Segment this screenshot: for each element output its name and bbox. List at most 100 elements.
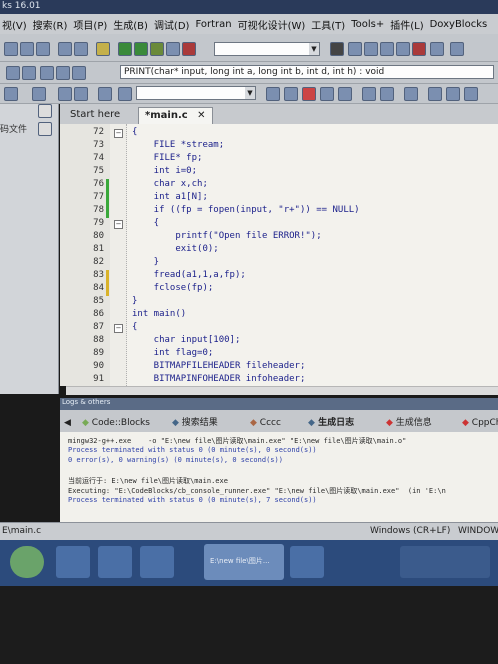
menu-item[interactable]: Tools+ xyxy=(351,19,384,30)
codeblocks-taskbar-item[interactable]: E:\new file\图片... xyxy=(204,544,284,580)
media-taskbar-icon[interactable] xyxy=(140,546,174,578)
pointer-icon[interactable] xyxy=(380,87,394,101)
title-bar: ks 16.01 xyxy=(0,0,498,14)
logs-tab-cccc[interactable]: ◆ Cccc xyxy=(250,415,281,431)
logs-tab-build-log[interactable]: ◆ 生成日志 xyxy=(308,415,354,431)
menu-item[interactable]: 项目(P) xyxy=(73,17,107,32)
bookmark-icon[interactable] xyxy=(56,66,70,80)
menu-item[interactable]: 视(V) xyxy=(2,17,27,32)
settings-icon[interactable] xyxy=(96,42,110,56)
build-target-combo[interactable]: ▼ xyxy=(214,42,320,56)
code-line[interactable]: { xyxy=(132,127,137,137)
prev-icon[interactable] xyxy=(58,87,72,101)
code-line[interactable]: fclose(fp); xyxy=(132,283,214,293)
browser-taskbar-icon[interactable] xyxy=(98,546,132,578)
code-line[interactable]: fread(a1,1,a,fp); xyxy=(132,270,246,280)
tab-start-here[interactable]: Start here xyxy=(64,107,126,123)
info-icon[interactable] xyxy=(450,42,464,56)
format-icon[interactable] xyxy=(320,87,334,101)
tab-main-c[interactable]: *main.c ✕ xyxy=(138,107,213,124)
code-line[interactable]: { xyxy=(132,322,137,332)
code-line[interactable]: char x,ch; xyxy=(132,179,208,189)
logs-tab-cppcheck[interactable]: ◆ CppCh xyxy=(462,415,498,431)
menu-item[interactable]: 生成(B) xyxy=(113,17,148,32)
stop-debug-icon[interactable] xyxy=(412,42,426,56)
next-instruction-icon[interactable] xyxy=(396,42,410,56)
next-icon[interactable] xyxy=(74,87,88,101)
build-icon[interactable] xyxy=(118,42,132,56)
back-arrow-icon[interactable] xyxy=(266,87,280,101)
abort-icon[interactable] xyxy=(182,42,196,56)
debug-run-icon[interactable] xyxy=(330,42,344,56)
tool-icon[interactable] xyxy=(4,87,18,101)
menu-item[interactable]: Fortran xyxy=(195,19,231,30)
code-line[interactable]: printf("Open file ERROR!"); xyxy=(132,231,321,241)
scope-icon[interactable] xyxy=(40,66,54,80)
font-icon[interactable] xyxy=(338,87,352,101)
logs-tab-codeblocks[interactable]: ◆ Code::Blocks xyxy=(82,415,150,431)
code-line[interactable]: } xyxy=(132,296,137,306)
wrench-icon[interactable] xyxy=(32,87,46,101)
debug-windows-icon[interactable] xyxy=(430,42,444,56)
table-icon[interactable] xyxy=(446,87,460,101)
code-line[interactable]: BITMAPFILEHEADER fileheader; xyxy=(132,361,306,371)
step-out-icon[interactable] xyxy=(380,42,394,56)
fold-toggle-icon[interactable]: − xyxy=(114,324,123,333)
logs-tab-build-messages[interactable]: ◆ 生成信息 xyxy=(386,415,432,431)
rectangle-icon[interactable] xyxy=(404,87,418,101)
highlight-icon[interactable] xyxy=(302,87,316,101)
scroll-left-icon[interactable]: ◀ xyxy=(64,415,71,431)
arrow-icon[interactable] xyxy=(98,87,112,101)
fold-toggle-icon[interactable]: − xyxy=(114,129,123,138)
step-icon[interactable] xyxy=(348,42,362,56)
code-line[interactable]: FILE *stream; xyxy=(132,140,224,150)
code-line[interactable]: int main() xyxy=(132,309,186,319)
save-icon[interactable] xyxy=(36,42,50,56)
explorer-taskbar-icon[interactable] xyxy=(56,546,90,578)
code-line[interactable]: int i=0; xyxy=(132,166,197,176)
code-line[interactable]: BITMAPINFOHEADER infoheader; xyxy=(132,374,306,384)
new-file-icon[interactable] xyxy=(4,42,18,56)
code-line[interactable]: int flag=0; xyxy=(132,348,214,358)
chevron-right-icon[interactable] xyxy=(38,122,52,136)
code-line[interactable]: char input[100]; xyxy=(132,335,241,345)
menu-item[interactable]: 可视化设计(W) xyxy=(238,17,306,32)
fold-toggle-icon[interactable]: − xyxy=(114,220,123,229)
rebuild-icon[interactable] xyxy=(166,42,180,56)
function-combo[interactable]: PRINT(char* input, long int a, long int … xyxy=(120,65,494,79)
menu-item[interactable]: 搜索(R) xyxy=(33,17,68,32)
menu-item[interactable]: DoxyBlocks xyxy=(430,19,488,30)
image-icon[interactable] xyxy=(428,87,442,101)
code-line[interactable]: exit(0); xyxy=(132,244,218,254)
forward-arrow-icon[interactable] xyxy=(284,87,298,101)
menu-item[interactable]: 工具(T) xyxy=(311,17,345,32)
build-run-icon[interactable] xyxy=(150,42,164,56)
code-editor[interactable]: 72 {73 FILE *stream; 74 FILE* fp; 75 int i=… xyxy=(60,124,498,386)
close-icon[interactable] xyxy=(38,104,52,118)
cut-icon[interactable] xyxy=(58,42,72,56)
close-icon[interactable]: ✕ xyxy=(197,110,205,121)
find-icon[interactable] xyxy=(74,42,88,56)
symbol-combo[interactable]: ▼ xyxy=(136,86,256,100)
logs-tab-search[interactable]: ◆ 搜索结果 xyxy=(172,415,218,431)
code-line[interactable]: { xyxy=(132,218,159,228)
code-line[interactable]: } xyxy=(132,257,159,267)
code-line[interactable]: int a1[N]; xyxy=(132,192,208,202)
start-button-icon[interactable] xyxy=(10,546,44,578)
select-icon[interactable] xyxy=(362,87,376,101)
code-line[interactable]: if ((fp = fopen(input, "r+")) == NULL) xyxy=(132,205,360,215)
jump-back-icon[interactable] xyxy=(6,66,20,80)
code-line[interactable]: FILE* fp; xyxy=(132,153,203,163)
app-taskbar-icon[interactable] xyxy=(290,546,324,578)
horizontal-scrollbar[interactable] xyxy=(66,386,498,395)
log-line: 0 error(s), 0 warning(s) (0 minute(s), 0… xyxy=(68,456,283,464)
doc-icon[interactable] xyxy=(118,87,132,101)
step-into-icon[interactable] xyxy=(364,42,378,56)
jump-forward-icon[interactable] xyxy=(22,66,36,80)
goto-icon[interactable] xyxy=(72,66,86,80)
menu-item[interactable]: 调试(D) xyxy=(154,17,190,32)
grid-icon[interactable] xyxy=(464,87,478,101)
run-icon[interactable] xyxy=(134,42,148,56)
open-file-icon[interactable] xyxy=(20,42,34,56)
menu-item[interactable]: 插件(L) xyxy=(390,17,423,32)
